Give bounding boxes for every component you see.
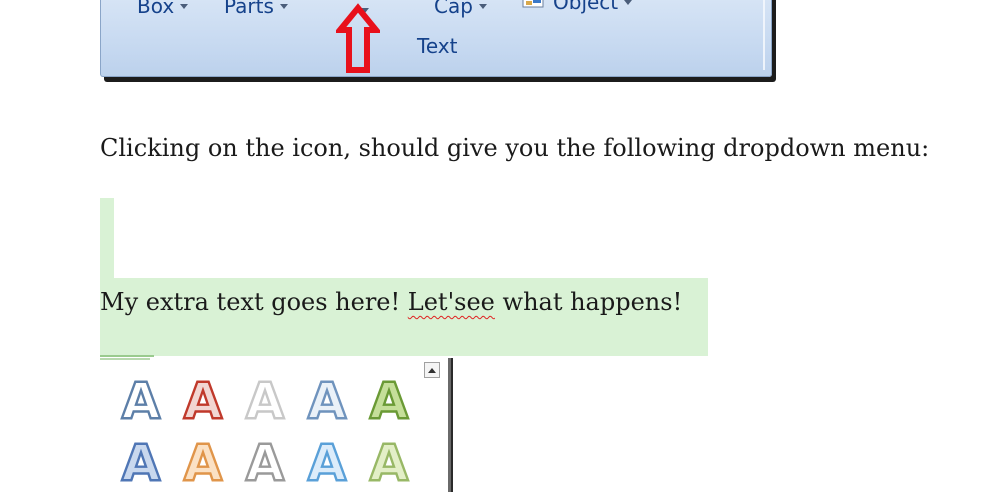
wordart-style-4[interactable]: A bbox=[296, 368, 358, 430]
wordart-style-10[interactable]: A bbox=[358, 430, 420, 492]
text-group-label: Text bbox=[417, 34, 458, 58]
wordart-style-8[interactable]: A bbox=[234, 430, 296, 492]
wordart-style-1[interactable]: A bbox=[110, 368, 172, 430]
wordart-grid: AAAAAAAAAA bbox=[110, 368, 420, 492]
wordart-style-2[interactable]: A bbox=[172, 368, 234, 430]
wordart-gallery: AAAAAAAAAA bbox=[100, 358, 451, 492]
ribbon-insert-tab: Box Parts Cap Object Text bbox=[100, 0, 778, 88]
wordart-a-icon: A bbox=[306, 374, 347, 424]
wordart-a-icon: A bbox=[244, 436, 285, 486]
wordart-style-7[interactable]: A bbox=[172, 430, 234, 492]
wordart-glyph: A bbox=[308, 436, 347, 486]
misspelled-word[interactable]: Let'see bbox=[408, 288, 495, 316]
object-icon bbox=[522, 0, 544, 8]
wordart-glyph: A bbox=[370, 374, 409, 424]
wordart-a-icon: A bbox=[244, 374, 285, 424]
wordart-style-6[interactable]: A bbox=[110, 430, 172, 492]
wordart-glyph: A bbox=[246, 436, 285, 486]
wordart-glyph: A bbox=[184, 436, 223, 486]
text-box-label: Box bbox=[137, 0, 175, 18]
wordart-a-icon: A bbox=[120, 374, 161, 424]
wordart-a-icon: A bbox=[368, 436, 409, 486]
chevron-down-icon bbox=[624, 0, 633, 5]
chevron-down-icon bbox=[478, 3, 487, 9]
wordart-style-3[interactable]: A bbox=[234, 368, 296, 430]
wordart-glyph: A bbox=[308, 374, 347, 424]
wordart-glyph: A bbox=[184, 374, 223, 424]
highlight-strip bbox=[100, 198, 114, 278]
selection-highlight bbox=[100, 198, 708, 356]
wordart-glyph: A bbox=[122, 436, 161, 486]
drop-cap-label: Cap bbox=[434, 0, 473, 18]
sample-text-start: My extra text goes here! bbox=[100, 288, 408, 316]
drop-cap-button[interactable]: Cap bbox=[434, 0, 487, 16]
wordart-style-9[interactable]: A bbox=[296, 430, 358, 492]
wordart-a-icon: A bbox=[182, 374, 223, 424]
wordart-glyph: A bbox=[122, 374, 161, 424]
red-up-arrow-icon bbox=[336, 3, 380, 73]
highlight-edge bbox=[100, 355, 154, 357]
chevron-down-icon bbox=[279, 3, 288, 9]
ribbon-panel: Box Parts Cap Object Text bbox=[100, 0, 772, 77]
quick-parts-button[interactable]: Parts bbox=[224, 0, 288, 16]
wordart-glyph: A bbox=[370, 436, 409, 486]
wordart-a-icon: A bbox=[368, 374, 409, 424]
wordart-a-icon: A bbox=[306, 436, 347, 486]
wordart-style-5[interactable]: A bbox=[358, 368, 420, 430]
text-box-button[interactable]: Box bbox=[137, 0, 189, 18]
wordart-a-icon: A bbox=[120, 436, 161, 486]
sample-text-end: what happens! bbox=[494, 288, 683, 316]
object-button[interactable]: Object bbox=[553, 0, 633, 14]
wordart-a-icon: A bbox=[182, 436, 223, 486]
gallery-scroll-up-button[interactable] bbox=[424, 362, 440, 378]
object-label: Object bbox=[553, 0, 619, 14]
instruction-paragraph: Clicking on the icon, should give you th… bbox=[100, 134, 930, 162]
chevron-up-icon bbox=[428, 367, 436, 373]
chevron-down-icon bbox=[180, 3, 189, 9]
quick-parts-label: Parts bbox=[224, 0, 274, 18]
wordart-glyph: A bbox=[246, 374, 285, 424]
sample-text-paragraph[interactable]: My extra text goes here! Let'see what ha… bbox=[100, 290, 682, 314]
